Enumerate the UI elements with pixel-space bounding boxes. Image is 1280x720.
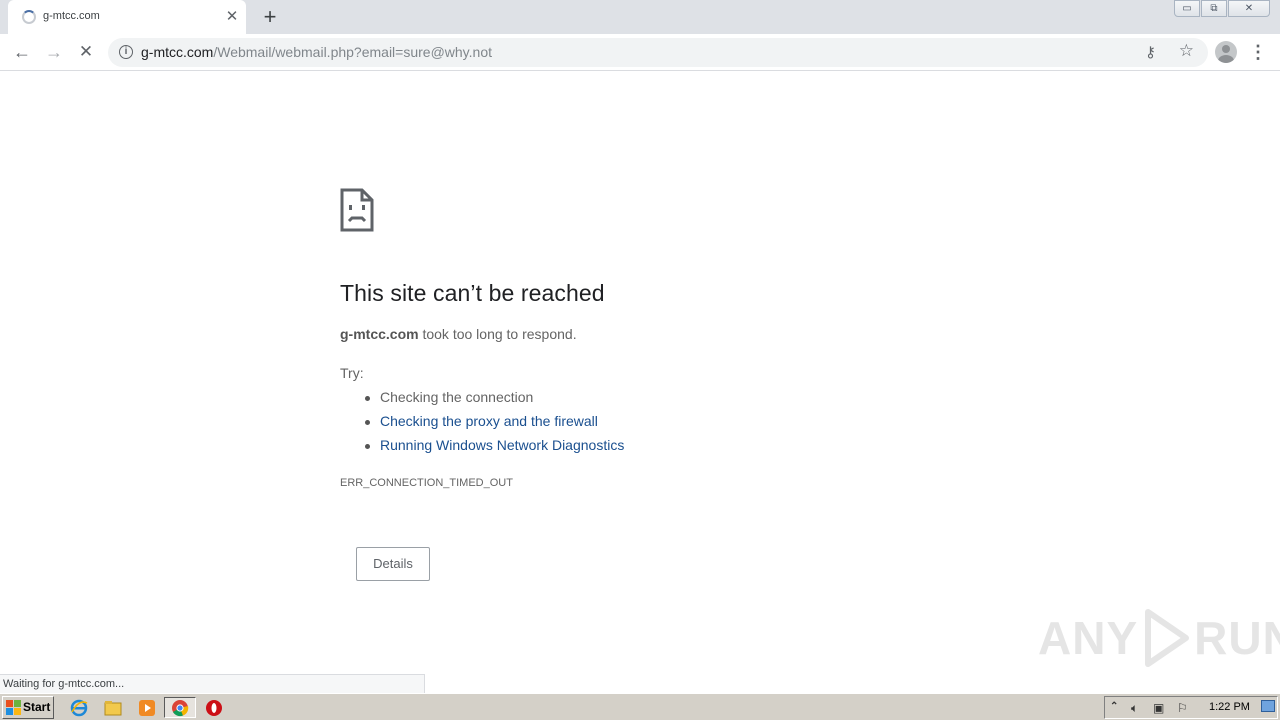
taskbar: Start ⌃ 🔈︎ ▣ ⚐ 1:22 PM (0, 693, 1280, 720)
start-button[interactable]: Start (2, 696, 54, 719)
try-label: Try: (340, 365, 364, 381)
minimize-button[interactable]: ▭ (1174, 0, 1200, 17)
media-player-icon[interactable] (136, 697, 158, 718)
bookmark-star-icon[interactable]: ☆ (1179, 41, 1194, 61)
window-controls: ▭ ⧉ ✕ (1173, 0, 1270, 18)
status-bubble: Waiting for g-mtcc.com... (0, 674, 425, 693)
stop-button[interactable]: ✕ (72, 38, 100, 66)
watermark-play-icon (1145, 609, 1190, 667)
tab-title: g-mtcc.com (43, 10, 100, 22)
error-code: ERR_CONNECTION_TIMED_OUT (340, 477, 513, 489)
explorer-icon[interactable] (102, 697, 124, 718)
chrome-icon[interactable] (164, 697, 196, 718)
url-path: /Webmail/webmail.php?email=sure@why.not (213, 44, 492, 60)
tab-active[interactable]: g-mtcc.com ✕ (8, 0, 246, 34)
address-bar[interactable]: i g-mtcc.com/Webmail/webmail.php?email=s… (108, 38, 1208, 67)
show-desktop-icon[interactable] (1261, 700, 1275, 712)
suggestion-check-proxy-link[interactable]: Checking the proxy and the firewall (364, 413, 624, 437)
suggestion-check-connection: Checking the connection (364, 389, 624, 413)
clock[interactable]: 1:22 PM (1209, 701, 1250, 713)
browser-toolbar: ← → ✕ i g-mtcc.com/Webmail/webmail.php?e… (0, 34, 1280, 71)
system-tray: ⌃ 🔈︎ ▣ ⚐ 1:22 PM (1104, 696, 1278, 719)
site-info-icon[interactable]: i (119, 45, 133, 59)
action-center-flag-icon[interactable]: ⚐ (1177, 701, 1188, 715)
error-description-text: took too long to respond. (418, 326, 577, 342)
anyrun-watermark: ANY RUN (1038, 608, 1280, 668)
opera-icon[interactable] (203, 697, 225, 718)
ie-icon[interactable] (68, 697, 90, 718)
new-tab-button[interactable]: + (258, 4, 282, 30)
profile-avatar-icon[interactable] (1215, 41, 1237, 63)
url-text[interactable]: g-mtcc.com/Webmail/webmail.php?email=sur… (141, 44, 492, 60)
restore-button[interactable]: ⧉ (1201, 0, 1227, 17)
close-window-button[interactable]: ✕ (1228, 0, 1270, 17)
details-button[interactable]: Details (356, 547, 430, 581)
suggestion-list: Checking the connection Checking the pro… (364, 389, 624, 461)
menu-icon[interactable]: ⋮ (1246, 38, 1270, 66)
volume-icon[interactable]: 🔈︎ (1131, 701, 1138, 716)
tab-close-icon[interactable]: ✕ (222, 7, 242, 27)
key-icon[interactable]: ⚷ (1145, 43, 1156, 61)
sad-page-icon (340, 188, 374, 232)
watermark-right-text: RUN (1194, 612, 1280, 664)
forward-button[interactable]: → (40, 38, 68, 66)
network-icon[interactable]: ▣ (1153, 701, 1164, 715)
page-content: This site can’t be reached g-mtcc.com to… (0, 72, 1280, 672)
error-host: g-mtcc.com (340, 326, 419, 342)
windows-logo-icon (6, 700, 21, 715)
error-title: This site can’t be reached (340, 280, 605, 306)
tray-expand-icon[interactable]: ⌃ (1110, 701, 1118, 712)
watermark-left-text: ANY (1038, 612, 1139, 664)
url-host: g-mtcc.com (141, 44, 214, 60)
start-label: Start (23, 700, 51, 714)
back-button[interactable]: ← (8, 38, 36, 66)
error-description: g-mtcc.com took too long to respond. (340, 326, 577, 342)
suggestion-network-diagnostics-link[interactable]: Running Windows Network Diagnostics (364, 437, 624, 461)
tab-strip: g-mtcc.com ✕ + ▭ ⧉ ✕ (0, 0, 1280, 34)
loading-spinner-icon (22, 10, 36, 24)
